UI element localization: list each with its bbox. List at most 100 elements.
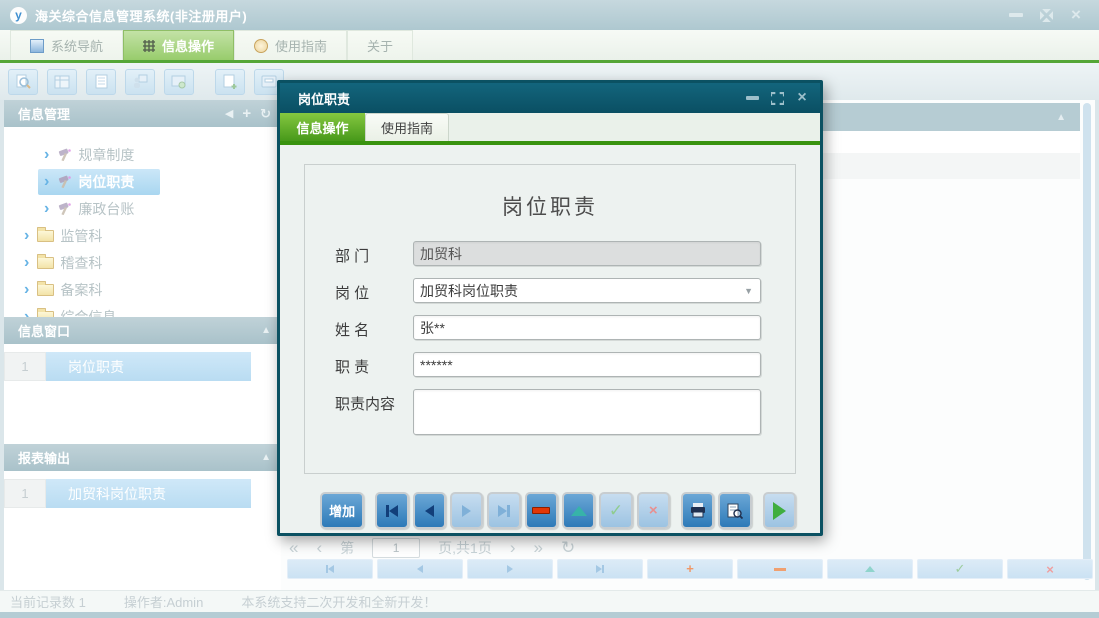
panel-refresh-icon[interactable]: ↻ [260,106,271,122]
first-record-button[interactable] [375,492,409,529]
dialog-controls: × [744,90,810,106]
chevron-right-icon: › [44,199,50,217]
user-window-icon [134,74,148,88]
vertical-scrollbar[interactable] [1083,103,1091,580]
panel-add-icon[interactable]: + [242,105,251,122]
list-item-trade-job-duties[interactable]: 1 加贸科岗位职责 [4,479,281,508]
execute-button[interactable] [762,492,797,529]
tab-label: 系统导航 [51,39,104,54]
combobox-arrow-icon[interactable]: ▼ [744,286,753,296]
folder-icon [37,280,55,296]
dialog-close-icon[interactable]: × [794,90,810,106]
panel-header-info-management[interactable]: 信息管理 ◀ + ↻ [4,100,281,127]
record-delete-button[interactable] [737,559,823,579]
tree-item-supervision[interactable]: › 监管科 [4,222,128,249]
tab-system-navigation[interactable]: 系统导航 [10,30,124,60]
add-button[interactable]: 增加 [320,492,365,529]
record-confirm-button[interactable]: ✓ [917,559,1003,579]
print-preview-button[interactable] [718,492,752,529]
move-up-button[interactable] [561,492,596,529]
prev-record-button[interactable] [412,492,446,529]
folder-icon [37,253,55,269]
page-number-input[interactable] [372,538,421,558]
record-prev-button[interactable] [377,559,463,579]
tree-item-integrity-ledger[interactable]: › 廉政台账 [4,195,160,222]
chevron-right-icon: › [44,145,50,163]
collapse-up-icon[interactable]: ▲ [1056,112,1066,123]
restore-icon[interactable] [1037,7,1055,23]
last-record-button[interactable] [487,492,521,529]
panel-title: 信息窗口 [18,324,71,339]
panel-title: 信息管理 [18,107,71,122]
print-button[interactable] [680,492,715,529]
cancel-button[interactable]: × [636,492,670,529]
prev-page-icon[interactable]: ‹ [316,538,322,558]
record-toolbar: + ✓ × [287,559,1093,579]
panel-header-report-output[interactable]: 报表输出 ▲ [4,444,281,471]
name-field[interactable] [413,315,761,340]
minimize-icon[interactable] [1007,7,1025,23]
first-page-icon[interactable]: « [289,538,298,558]
duty-field[interactable] [413,352,761,377]
refresh-icon[interactable]: ↻ [561,538,575,558]
record-first-button[interactable] [287,559,373,579]
panel-header-info-window[interactable]: 信息窗口 ▲ [4,317,281,344]
tab-info-operation[interactable]: 信息操作 [123,30,235,60]
row-number: 1 [4,479,46,508]
list-item-job-duties[interactable]: 1 岗位职责 [4,352,281,381]
dialog-maximize-icon[interactable] [769,90,785,106]
record-cancel-button[interactable]: × [1007,559,1093,579]
collapse-up-icon[interactable]: ▲ [261,452,271,463]
document-button[interactable] [86,68,116,95]
datasheet-icon [54,75,70,88]
position-label: 岗 位 [335,285,370,302]
confirm-button[interactable]: ✓ [599,492,633,529]
user-window-button[interactable] [125,68,155,95]
check-icon: ✓ [954,561,966,576]
play-icon [772,501,786,520]
app-logo-icon: y [10,6,27,24]
datasheet-button[interactable] [47,68,77,95]
last-page-icon[interactable]: » [534,538,543,558]
x-icon: × [1046,561,1054,577]
minus-icon [774,567,786,571]
dialog-tab-info-operation[interactable]: 信息操作 [280,113,365,141]
record-next-button[interactable] [467,559,553,579]
tab-user-guide[interactable]: 使用指南 [234,30,348,60]
dialog-tab-user-guide[interactable]: 使用指南 [365,113,449,141]
dialog-body: 岗位职责 部 门 岗 位 加贸科岗位职责 ▼ 姓 名 职 [280,145,820,529]
tool-icon [59,175,72,188]
window-search-button[interactable] [164,68,194,95]
delete-record-button[interactable] [524,492,558,529]
record-up-button[interactable] [827,559,913,579]
dialog-form-panel: 岗位职责 部 门 岗 位 加贸科岗位职责 ▼ 姓 名 职 [304,164,796,474]
tree-item-job-duties[interactable]: › 岗位职责 [4,168,161,195]
dialog-button-bar: 增加 ✓ × [320,492,797,529]
dialog-minimize-icon[interactable] [744,90,760,106]
combobox-value: 加贸科岗位职责 [420,282,518,299]
tree-item-audit[interactable]: › 稽查科 [4,249,128,276]
user-guide-icon [254,38,269,53]
next-page-icon[interactable]: › [510,538,516,558]
record-add-button[interactable]: + [647,559,733,579]
duty-content-textarea[interactable] [413,389,761,435]
row-number: 1 [4,352,46,381]
panel-collapse-left-icon[interactable]: ◀ [225,107,233,120]
preview-search-button[interactable] [8,68,38,95]
info-management-tree: › 规章制度 › 岗位职责 › 廉政台账 › 监管科 › 稽查科 › 备案科 › [4,127,281,325]
tab-about[interactable]: 关于 [347,30,414,60]
tree-item-filing[interactable]: › 备案科 [4,276,128,303]
close-icon[interactable]: × [1067,6,1085,23]
status-message: 本系统支持二次开发和全新开发！ [241,595,437,610]
triangle-up-icon [570,505,587,516]
record-last-button[interactable] [557,559,643,579]
page-suffix: 页,共1页 [438,540,492,556]
tab-label: 使用指南 [275,39,328,54]
tree-item-rules[interactable]: › 规章制度 [4,141,160,168]
document-add-button[interactable] [215,68,245,95]
position-combobox[interactable]: 加贸科岗位职责 ▼ [413,278,761,303]
collapse-up-icon[interactable]: ▲ [261,325,271,336]
next-record-button[interactable] [449,492,484,529]
check-icon: ✓ [608,500,624,520]
grid-icon [143,39,156,52]
